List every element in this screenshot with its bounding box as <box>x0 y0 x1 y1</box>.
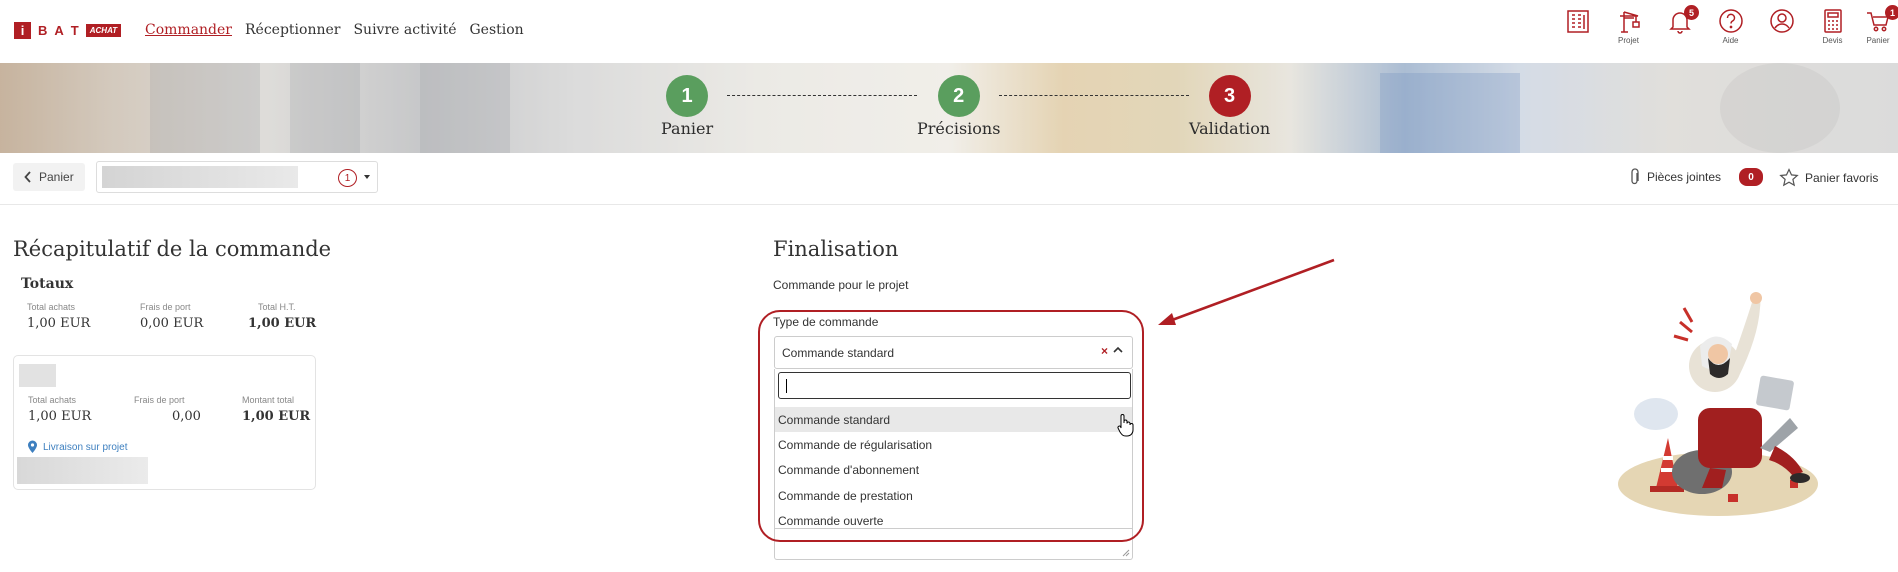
user-icon <box>1769 9 1794 33</box>
total-ht-label: Total H.T. <box>258 302 296 312</box>
hand-cursor-icon <box>1117 414 1134 437</box>
banner-bg-shape <box>290 63 360 153</box>
step-connector-2 <box>999 95 1189 96</box>
card-total-purchases-value: 1,00 EUR <box>28 409 92 424</box>
step-2-circle: 2 <box>937 75 980 117</box>
card-total-amount-label: Montant total <box>242 395 295 405</box>
main-nav: Commander Réceptionner Suivre activité G… <box>145 22 524 38</box>
ibat-logo[interactable]: i B A T ACHAT <box>14 22 122 39</box>
shipping-cost-label: Frais de port <box>140 302 191 312</box>
shipping-cost: Frais de port 0,00 EUR <box>140 302 203 331</box>
project-order-label: Commande pour le projet <box>773 278 909 292</box>
building-icon <box>1566 10 1589 33</box>
help-label: Aide <box>1722 36 1739 45</box>
quotes-button[interactable]: Devis <box>1807 8 1858 52</box>
card-total-amount-value: 1,00 EUR <box>242 409 311 424</box>
resize-handle-icon[interactable] <box>1122 549 1130 557</box>
shipping-cost-value: 0,00 EUR <box>140 316 204 331</box>
chevron-left-icon <box>24 171 31 183</box>
star-icon <box>1779 168 1799 187</box>
attachments-count-badge: 0 <box>1739 168 1764 186</box>
project-count-badge: 1 <box>338 169 357 187</box>
project-name-redacted <box>102 166 298 188</box>
banner-bg-shape <box>150 63 260 153</box>
card-shipping-label: Frais de port <box>134 395 185 405</box>
total-purchases-value: 1,00 EUR <box>27 316 91 331</box>
project-button[interactable]: Projet <box>1603 8 1654 52</box>
total-purchases: Total achats 1,00 EUR <box>27 302 90 331</box>
total-purchases-label: Total achats <box>27 302 76 312</box>
caret-down-icon <box>364 175 370 179</box>
cart-label: Panier <box>1866 36 1890 45</box>
finalisation-title: Finalisation <box>773 237 899 261</box>
recap-title: Récapitulatif de la commande <box>13 237 332 261</box>
attachments-label: Pièces jointes <box>1647 170 1722 184</box>
nav-gestion[interactable]: Gestion <box>469 22 523 38</box>
help-button[interactable]: Aide <box>1705 8 1756 52</box>
annotation-arrow-icon <box>1158 258 1335 325</box>
total-ht-value: 1,00 EUR <box>248 316 317 331</box>
calculator-icon <box>1823 9 1842 33</box>
step-panier[interactable]: 1 Panier <box>661 75 713 138</box>
step-connector-1 <box>727 95 917 96</box>
card-shipping: Frais de port 0,00 <box>134 395 201 424</box>
cart-badge: 1 <box>1885 5 1898 20</box>
top-header: i B A T ACHAT Commander Réceptionner Sui… <box>0 0 1898 63</box>
logo-i-mark: i <box>14 22 31 39</box>
card-total-purchases-label: Total achats <box>28 395 77 405</box>
header-icon-bar: Projet 5 Aide Devis 1 Panier <box>1552 5 1898 52</box>
card-total-amount: Montant total 1,00 EUR <box>242 395 310 424</box>
banner-bg-shape <box>1380 73 1520 153</box>
nav-commander[interactable]: Commander <box>145 22 232 38</box>
step-3-label: Validation <box>1189 119 1271 138</box>
crane-icon <box>1619 11 1640 33</box>
nav-receptionner[interactable]: Réceptionner <box>245 22 340 38</box>
building-button[interactable] <box>1552 8 1603 52</box>
total-ht: Total H.T. 1,00 EUR <box>248 302 316 331</box>
totals-title: Totaux <box>21 276 74 292</box>
supplier-logo-redacted <box>19 364 56 387</box>
location-pin-icon <box>28 440 37 453</box>
worker-illustration <box>1618 292 1818 516</box>
card-shipping-value: 0,00 <box>172 409 201 424</box>
delivery-on-project-link[interactable]: Livraison sur projet <box>27 440 127 454</box>
banner-bg-shape <box>420 63 510 153</box>
logo-letter-a: A <box>54 23 64 38</box>
attachments-button[interactable]: Pièces jointes 0 <box>1629 168 1764 186</box>
favorites-label: Panier favoris <box>1805 170 1879 185</box>
step-3-circle: 3 <box>1208 75 1251 117</box>
supplier-card: Total achats 1,00 EUR Frais de port 0,00… <box>13 355 316 490</box>
card-total-purchases: Total achats 1,00 EUR <box>28 395 91 424</box>
back-to-cart-button[interactable]: Panier <box>13 163 85 191</box>
account-button[interactable] <box>1756 8 1807 52</box>
project-select[interactable]: 1 <box>96 161 378 193</box>
annotation-highlight-oval <box>758 310 1144 542</box>
step-2-label: Précisions <box>917 119 1001 138</box>
project-label: Projet <box>1618 36 1639 45</box>
banner-bg-shape <box>1720 63 1840 153</box>
logo-achat-tag: ACHAT <box>85 24 122 37</box>
step-1-label: Panier <box>661 119 714 138</box>
step-1-circle: 1 <box>666 75 709 117</box>
back-label: Panier <box>39 170 74 184</box>
step-precisions[interactable]: 2 Précisions <box>917 75 1000 138</box>
notifications-button[interactable]: 5 <box>1654 5 1705 52</box>
delivery-address-redacted <box>17 457 148 484</box>
delivery-label: Livraison sur projet <box>43 441 128 453</box>
help-icon <box>1718 9 1743 33</box>
favorites-cart-button[interactable]: Panier favoris <box>1779 168 1878 187</box>
sub-toolbar: Panier 1 Pièces jointes 0 Panier favoris <box>0 153 1898 205</box>
paperclip-icon <box>1631 168 1639 185</box>
nav-suivre-activite[interactable]: Suivre activité <box>353 22 456 38</box>
cart-button[interactable]: 1 Panier <box>1858 5 1898 52</box>
step-validation[interactable]: 3 Validation <box>1189 75 1270 138</box>
notifications-badge: 5 <box>1684 5 1699 20</box>
quotes-label: Devis <box>1822 36 1843 45</box>
logo-letter-b: B <box>38 23 48 38</box>
logo-letter-t: T <box>70 23 79 38</box>
